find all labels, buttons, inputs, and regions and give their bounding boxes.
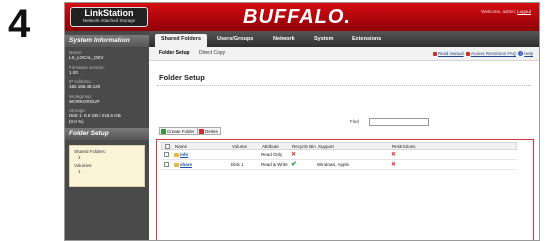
table-row[interactable]: info Read Only ✕ ✕ bbox=[161, 150, 517, 160]
select-all-checkbox[interactable] bbox=[165, 144, 170, 149]
volume-cell: Disk 1 bbox=[231, 162, 244, 167]
info-value-percent: (0.0 %) bbox=[69, 118, 84, 124]
volumes-value: 1 bbox=[78, 168, 81, 174]
help-link[interactable]: Help bbox=[524, 51, 533, 56]
row-checkbox[interactable] bbox=[164, 152, 169, 157]
sidebar: System Information Name: LS_LOCAL_DEV Fi… bbox=[65, 31, 149, 240]
col-recycle-bin[interactable]: Recycle Bin bbox=[292, 144, 316, 149]
folder-table: Name Volume Attribute Recycle Bin Suppor… bbox=[161, 142, 517, 170]
top-header: LinkStation Network Attached Storage BUF… bbox=[65, 3, 539, 31]
tab-users-groups[interactable]: Users/Groups bbox=[217, 35, 253, 44]
help-icon[interactable]: ? bbox=[518, 51, 524, 57]
title-divider bbox=[157, 85, 531, 86]
access-restriction-faq-link[interactable]: Access Restriction FAQ bbox=[471, 51, 516, 56]
folder-link[interactable]: share bbox=[180, 162, 192, 167]
step-number: 4 bbox=[8, 2, 31, 46]
main-tabbar: Shared Folders Users/Groups Network Syst… bbox=[149, 31, 539, 47]
info-value: WORKGROUP bbox=[69, 98, 100, 104]
delete-button[interactable]: Delete bbox=[197, 127, 222, 135]
folder-name-cell: share bbox=[174, 162, 192, 167]
help-links: Read manual Access Restriction FAQ ? Help bbox=[432, 51, 533, 57]
green-check-icon: ✔ bbox=[291, 161, 297, 168]
row-checkbox[interactable] bbox=[164, 162, 169, 167]
read-manual-link[interactable]: Read manual bbox=[438, 51, 464, 56]
buffalo-brand: BUFFALO. bbox=[243, 6, 351, 28]
subtab-direct-copy[interactable]: Direct Copy bbox=[199, 50, 225, 56]
delete-label: Delete bbox=[205, 129, 219, 134]
info-storage: Storage: Disk 1: 0.6 GB / 218.6 GB (0.0 … bbox=[69, 108, 145, 124]
book-icon bbox=[433, 51, 438, 56]
red-x-icon: ✕ bbox=[391, 152, 397, 158]
col-attribute[interactable]: Attribute bbox=[262, 144, 279, 149]
welcome-text: Welcome, admin, Logout bbox=[481, 9, 531, 14]
attribute-cell: Read & Write bbox=[261, 162, 288, 167]
create-folder-label: Create Folder bbox=[167, 129, 195, 134]
folder-link[interactable]: info bbox=[180, 152, 188, 157]
subtab-folder-setup[interactable]: Folder Setup bbox=[159, 50, 190, 56]
shared-folders-value: 2 bbox=[78, 154, 81, 160]
sub-tabbar: Folder Setup Direct Copy Read manual Acc… bbox=[149, 47, 539, 61]
tab-network[interactable]: Network bbox=[273, 35, 295, 44]
find-input[interactable] bbox=[369, 118, 429, 126]
system-info-title: System Information bbox=[65, 35, 149, 47]
logo-sub-text: Network Attached Storage bbox=[82, 18, 136, 23]
folder-setup-title: Folder Setup bbox=[65, 128, 149, 140]
tab-shared-folders[interactable]: Shared Folders bbox=[155, 34, 208, 47]
app-window: LinkStation Network Attached Storage BUF… bbox=[64, 2, 540, 241]
add-folder-icon bbox=[161, 129, 166, 135]
create-folder-button[interactable]: Create Folder bbox=[159, 127, 198, 135]
table-header-row: Name Volume Attribute Recycle Bin Suppor… bbox=[161, 142, 517, 150]
page-title: Folder Setup bbox=[159, 73, 205, 82]
info-name: Name: LS_LOCAL_DEV bbox=[69, 50, 145, 61]
folder-summary-box: Shared Folders: 2 Volumes: 1 bbox=[69, 145, 145, 187]
info-workgroup: Workgroup: WORKGROUP bbox=[69, 94, 145, 105]
red-x-icon: ✕ bbox=[391, 162, 397, 168]
red-x-icon: ✕ bbox=[291, 152, 297, 158]
table-row[interactable]: share Disk 1 Read & Write ✔ Windows, App… bbox=[161, 160, 517, 170]
system-info-list: Name: LS_LOCAL_DEV Firmware version: 1.0… bbox=[65, 47, 149, 124]
col-restrictions[interactable]: Restrictions bbox=[392, 144, 416, 149]
info-firmware: Firmware version: 1.00 bbox=[69, 65, 145, 76]
attribute-cell: Read Only bbox=[261, 152, 283, 157]
info-ip: IP Address: 192.168.49.120 bbox=[69, 79, 145, 90]
tab-system[interactable]: System bbox=[314, 35, 334, 44]
col-name[interactable]: Name bbox=[175, 144, 187, 149]
info-value: 1.00 bbox=[69, 69, 78, 75]
support-cell: Windows, Apple bbox=[317, 162, 350, 167]
key-icon bbox=[465, 51, 470, 56]
delete-icon bbox=[199, 129, 204, 135]
info-value: LS_LOCAL_DEV bbox=[69, 55, 104, 60]
logout-link[interactable]: Logout bbox=[517, 9, 531, 14]
col-support[interactable]: Support bbox=[318, 144, 334, 149]
info-value: 192.168.49.120 bbox=[69, 84, 101, 89]
logo-main-text: LinkStation bbox=[84, 8, 134, 18]
col-volume[interactable]: Volume bbox=[232, 144, 247, 149]
find-label: Find bbox=[350, 119, 359, 124]
tab-extensions[interactable]: Extensions bbox=[352, 35, 381, 44]
folder-icon bbox=[174, 152, 179, 157]
folder-name-cell: info bbox=[174, 152, 188, 157]
linkstation-logo: LinkStation Network Attached Storage bbox=[70, 7, 148, 27]
welcome-prefix: Welcome, admin bbox=[481, 9, 515, 14]
folder-icon bbox=[174, 162, 179, 167]
